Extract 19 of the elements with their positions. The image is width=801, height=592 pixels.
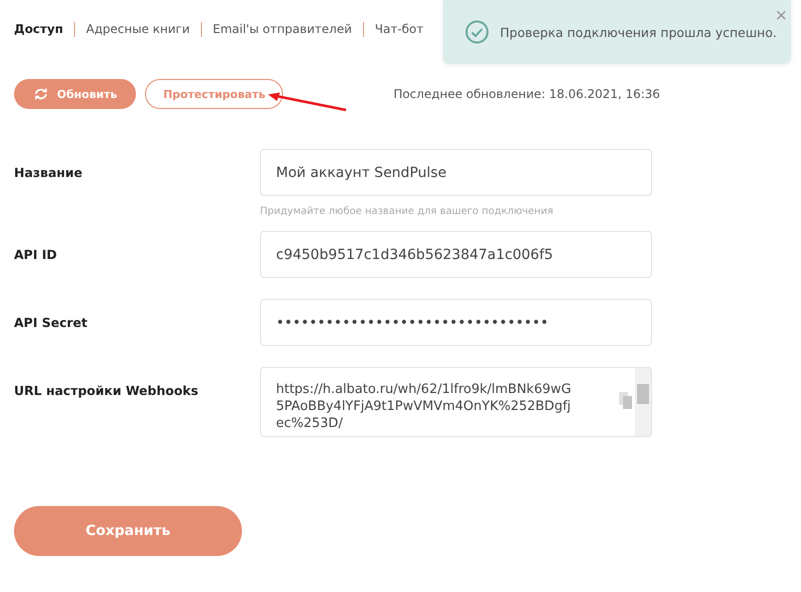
scrollbar[interactable] <box>635 368 651 436</box>
text-area[interactable]: https://h.albato.ru/wh/62/1lfro9k/lmBNk69wG5PAoBBy4lYFjA9t1PwVMVm4OnYK%252BDgfjec%253D/ <box>260 367 652 437</box>
tab[interactable]: Адресные книги <box>86 22 190 36</box>
input-field[interactable]: ••••••••••••••••••••••••••••••••• <box>260 299 652 346</box>
tab[interactable]: Чат-бот <box>374 22 424 36</box>
hint-text: Придумайте любое название для вашего подключения <box>260 206 554 217</box>
input-field[interactable]: Мой аккаунт SendPulse <box>260 149 652 196</box>
field-label: API ID <box>14 246 58 264</box>
field-label: URL настройки Webhooks <box>14 382 200 400</box>
copy-icon[interactable] <box>619 392 633 410</box>
refresh-icon <box>34 88 48 100</box>
input-field[interactable]: c9450b9517c1d346b5623847a1c006f5 <box>260 231 652 278</box>
tab[interactable]: Доступ <box>14 22 64 36</box>
field-label: API Secret <box>14 314 88 332</box>
toast-message: Проверка подключения прошла успешно. <box>500 24 777 40</box>
field-label: Название <box>14 164 84 182</box>
last-update-text: Последнее обновление: 18.06.2021, 16:36 <box>393 87 660 101</box>
tab[interactable]: Email'ы отправителей <box>212 22 352 36</box>
check-circle-icon <box>465 20 489 44</box>
